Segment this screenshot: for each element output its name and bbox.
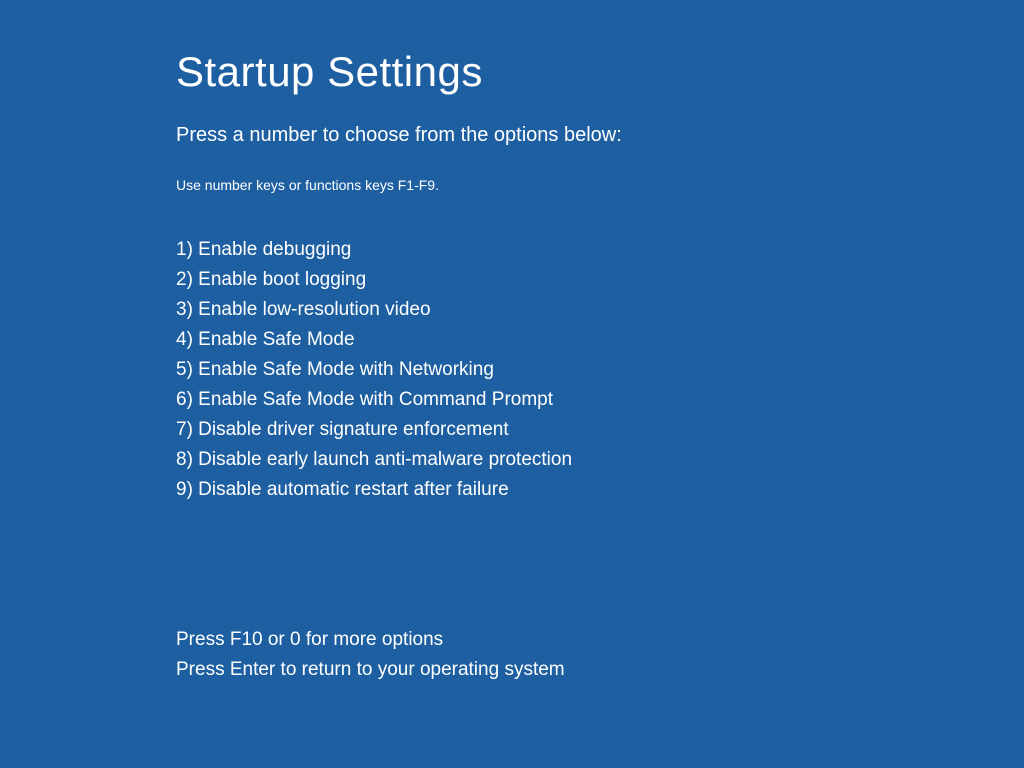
hint-text: Use number keys or functions keys F1-F9.	[176, 177, 1024, 193]
subtitle-text: Press a number to choose from the option…	[176, 124, 1024, 147]
options-list: 1) Enable debugging 2) Enable boot loggi…	[176, 235, 1024, 505]
option-1-debugging[interactable]: 1) Enable debugging	[176, 235, 1024, 265]
more-options-text: Press F10 or 0 for more options	[176, 625, 1024, 655]
option-4-safe-mode[interactable]: 4) Enable Safe Mode	[176, 325, 1024, 355]
option-6-safe-mode-command-prompt[interactable]: 6) Enable Safe Mode with Command Prompt	[176, 385, 1024, 415]
option-8-disable-anti-malware[interactable]: 8) Disable early launch anti-malware pro…	[176, 445, 1024, 475]
option-7-disable-driver-signature[interactable]: 7) Disable driver signature enforcement	[176, 415, 1024, 445]
startup-settings-screen: Startup Settings Press a number to choos…	[0, 0, 1024, 685]
page-title: Startup Settings	[176, 48, 1024, 96]
return-text: Press Enter to return to your operating …	[176, 655, 1024, 685]
option-9-disable-auto-restart[interactable]: 9) Disable automatic restart after failu…	[176, 475, 1024, 505]
option-2-boot-logging[interactable]: 2) Enable boot logging	[176, 265, 1024, 295]
option-3-low-res-video[interactable]: 3) Enable low-resolution video	[176, 295, 1024, 325]
option-5-safe-mode-networking[interactable]: 5) Enable Safe Mode with Networking	[176, 355, 1024, 385]
footer-section: Press F10 or 0 for more options Press En…	[176, 625, 1024, 685]
